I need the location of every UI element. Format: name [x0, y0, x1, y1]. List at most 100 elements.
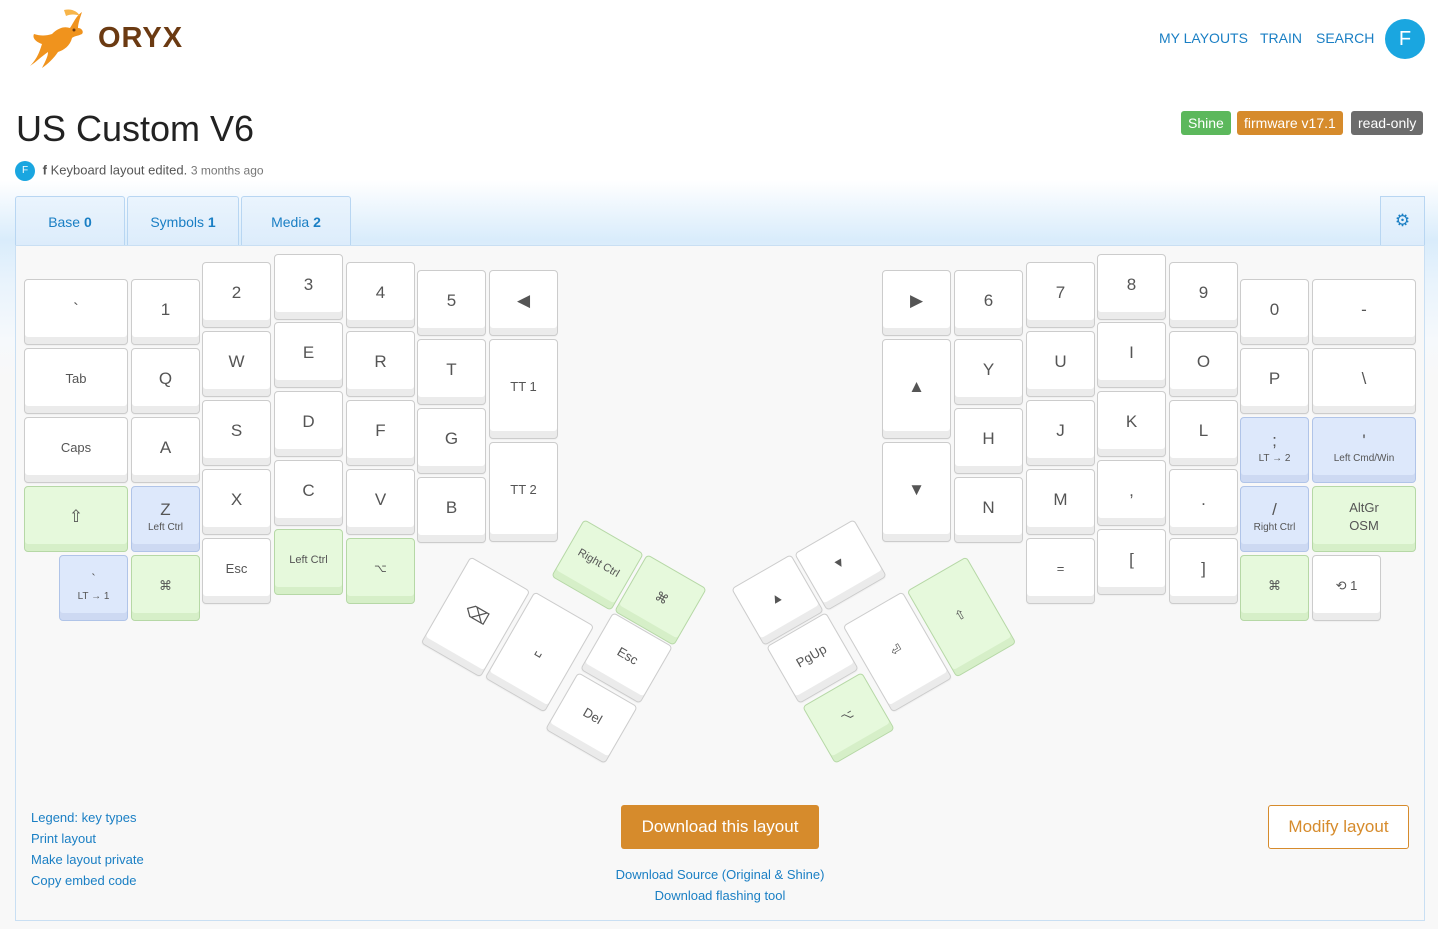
- key[interactable]: ⌘: [1240, 555, 1309, 621]
- key[interactable]: \: [1312, 348, 1416, 414]
- key[interactable]: W: [202, 331, 271, 397]
- key-label: I: [1129, 342, 1134, 362]
- key-label: Del: [580, 704, 606, 727]
- tab-base[interactable]: Base 0: [15, 196, 125, 246]
- key[interactable]: S: [202, 400, 271, 466]
- key[interactable]: B: [417, 477, 486, 543]
- key[interactable]: O: [1169, 331, 1238, 397]
- key[interactable]: ▶: [882, 270, 951, 336]
- key[interactable]: ⟲ 1: [1312, 555, 1381, 621]
- key[interactable]: 3: [274, 254, 343, 320]
- key[interactable]: Tab: [24, 348, 128, 414]
- make-private-link[interactable]: Make layout private: [31, 849, 144, 870]
- key[interactable]: TT 2: [489, 442, 558, 542]
- key[interactable]: I: [1097, 322, 1166, 388]
- copy-embed-link[interactable]: Copy embed code: [31, 870, 144, 891]
- key[interactable]: 4: [346, 262, 415, 328]
- key[interactable]: M: [1026, 469, 1095, 535]
- author-avatar[interactable]: F: [15, 161, 35, 181]
- key[interactable]: G: [417, 408, 486, 474]
- key[interactable]: ▼: [882, 442, 951, 542]
- settings-gear-icon[interactable]: ⚙: [1380, 196, 1425, 246]
- key[interactable]: L: [1169, 400, 1238, 466]
- key-label: Z: [160, 499, 171, 519]
- key[interactable]: T: [417, 339, 486, 405]
- key[interactable]: X: [202, 469, 271, 535]
- key[interactable]: U: [1026, 331, 1095, 397]
- key[interactable]: ⌘: [131, 555, 200, 621]
- key[interactable]: ` LT → 1: [59, 555, 128, 621]
- download-layout-button[interactable]: Download this layout: [621, 805, 819, 849]
- key[interactable]: [: [1097, 529, 1166, 595]
- download-source-link[interactable]: Download Source (Original & Shine): [560, 864, 880, 885]
- key[interactable]: `: [24, 279, 128, 345]
- key[interactable]: ; LT → 2: [1240, 417, 1309, 483]
- key[interactable]: J: [1026, 400, 1095, 466]
- key-label: ': [1362, 430, 1366, 450]
- key[interactable]: / Right Ctrl: [1240, 486, 1309, 552]
- key[interactable]: F: [346, 400, 415, 466]
- key[interactable]: Caps: [24, 417, 128, 483]
- key[interactable]: C: [274, 460, 343, 526]
- key[interactable]: ◀: [489, 270, 558, 336]
- key[interactable]: ,: [1097, 460, 1166, 526]
- edit-text: Keyboard layout edited.: [50, 162, 188, 178]
- legend-link[interactable]: Legend: key types: [31, 807, 144, 828]
- key[interactable]: Left Ctrl: [274, 529, 343, 595]
- modify-layout-button[interactable]: Modify layout: [1268, 805, 1409, 849]
- key[interactable]: ▲: [882, 339, 951, 439]
- key[interactable]: Y: [954, 339, 1023, 405]
- key[interactable]: Esc: [202, 538, 271, 604]
- key-label: Left Ctrl: [289, 553, 328, 566]
- user-avatar[interactable]: F: [1385, 19, 1425, 59]
- key-label: 3: [303, 274, 314, 294]
- key[interactable]: 9: [1169, 262, 1238, 328]
- key[interactable]: Q: [131, 348, 200, 414]
- key[interactable]: 2: [202, 262, 271, 328]
- key[interactable]: P: [1240, 348, 1309, 414]
- key[interactable]: TT 1: [489, 339, 558, 439]
- key[interactable]: ' Left Cmd/Win: [1312, 417, 1416, 483]
- key[interactable]: 0: [1240, 279, 1309, 345]
- key[interactable]: R: [346, 331, 415, 397]
- key[interactable]: 7: [1026, 262, 1095, 328]
- tab-symbols[interactable]: Symbols 1: [127, 196, 239, 246]
- key[interactable]: AltGr OSM: [1312, 486, 1416, 552]
- key[interactable]: ⌥: [346, 538, 415, 604]
- key-label: N: [982, 497, 995, 517]
- layout-title: US Custom V6: [16, 108, 255, 149]
- key-label: /: [1272, 499, 1277, 519]
- key-label: ⌘: [1268, 577, 1281, 593]
- key[interactable]: =: [1026, 538, 1095, 604]
- oryx-ibex-logo[interactable]: [24, 6, 88, 72]
- tab-media[interactable]: Media 2: [241, 196, 351, 246]
- key-label: T: [446, 359, 457, 379]
- key-label: W: [228, 351, 245, 371]
- nav-train[interactable]: TRAIN: [1260, 30, 1302, 46]
- key[interactable]: A: [131, 417, 200, 483]
- key[interactable]: K: [1097, 391, 1166, 457]
- author-name[interactable]: f: [43, 162, 47, 177]
- key[interactable]: -: [1312, 279, 1416, 345]
- key[interactable]: H: [954, 408, 1023, 474]
- key[interactable]: E: [274, 322, 343, 388]
- top-navbar: ORYX MY LAYOUTS TRAIN SEARCH F: [0, 0, 1438, 80]
- key[interactable]: V: [346, 469, 415, 535]
- key[interactable]: 6: [954, 270, 1023, 336]
- key[interactable]: ⇧: [24, 486, 128, 552]
- key[interactable]: 8: [1097, 254, 1166, 320]
- key[interactable]: .: [1169, 469, 1238, 535]
- print-layout-link[interactable]: Print layout: [31, 828, 144, 849]
- nav-search[interactable]: SEARCH: [1316, 30, 1374, 46]
- shine-badge: Shine: [1181, 111, 1231, 135]
- nav-my-layouts[interactable]: MY LAYOUTS: [1159, 30, 1248, 46]
- key[interactable]: D: [274, 391, 343, 457]
- key[interactable]: Z Left Ctrl: [131, 486, 200, 552]
- download-flashing-tool-link[interactable]: Download flashing tool: [560, 885, 880, 906]
- key[interactable]: 1: [131, 279, 200, 345]
- brand-name[interactable]: ORYX: [98, 22, 183, 55]
- key[interactable]: 5: [417, 270, 486, 336]
- key[interactable]: N: [954, 477, 1023, 543]
- key[interactable]: ]: [1169, 538, 1238, 604]
- key-sublabel: LT → 2: [1258, 452, 1291, 464]
